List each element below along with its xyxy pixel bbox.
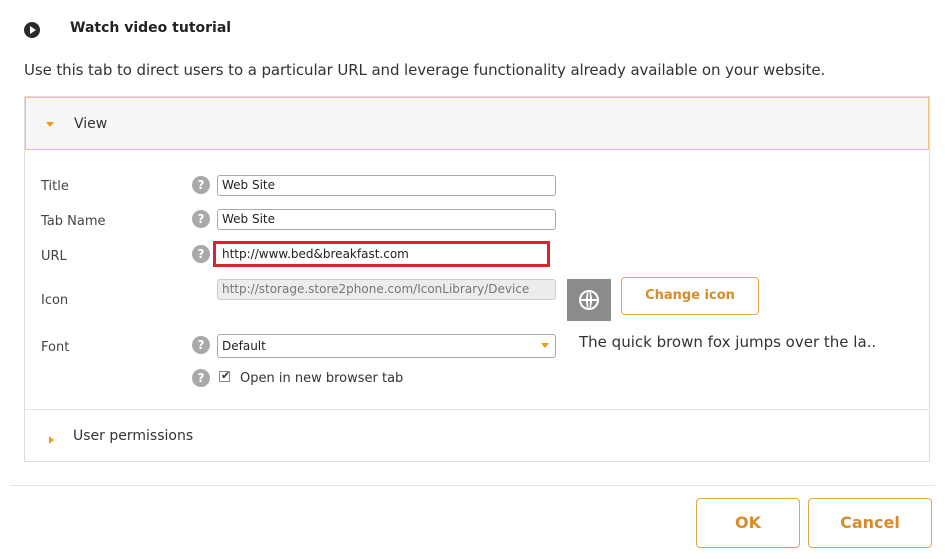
open-new-tab-label: Open in new browser tab — [240, 371, 404, 386]
help-icon[interactable]: ? — [192, 369, 210, 387]
tab-name-label: Tab Name — [41, 214, 106, 229]
help-icon[interactable]: ? — [192, 210, 210, 228]
view-section-header[interactable]: View — [25, 97, 929, 150]
open-new-tab-checkbox[interactable]: ✔ — [219, 369, 231, 382]
change-icon-button[interactable]: Change icon — [621, 277, 759, 315]
play-video-icon[interactable] — [24, 22, 40, 38]
url-label: URL — [41, 249, 67, 264]
intro-text: Use this tab to direct users to a partic… — [24, 61, 826, 79]
help-icon[interactable]: ? — [192, 336, 210, 354]
ok-button[interactable]: OK — [696, 498, 800, 548]
title-label: Title — [41, 179, 69, 194]
title-input[interactable]: Web Site — [217, 175, 556, 196]
chevron-down-icon — [541, 343, 549, 348]
view-section-label: View — [74, 116, 108, 132]
icon-label: Icon — [41, 293, 69, 308]
help-icon[interactable]: ? — [192, 176, 210, 194]
url-input[interactable]: http://www.bed&breakfast.com — [213, 241, 550, 267]
help-icon[interactable]: ? — [192, 245, 210, 263]
globe-icon — [579, 290, 599, 310]
user-permissions-section-header[interactable]: User permissions — [73, 428, 193, 444]
font-preview-text: The quick brown fox jumps over the la.. — [579, 333, 877, 351]
section-divider — [25, 409, 929, 410]
font-label: Font — [41, 340, 70, 355]
cancel-button[interactable]: Cancel — [808, 498, 932, 548]
font-select-value: Default — [222, 339, 266, 353]
footer-divider — [10, 485, 935, 486]
icon-url-field: http://storage.store2phone.com/IconLibra… — [217, 279, 556, 300]
tab-name-input[interactable]: Web Site — [217, 209, 556, 230]
icon-preview — [567, 279, 611, 321]
font-select[interactable]: Default — [217, 334, 556, 358]
watch-video-tutorial-link[interactable]: Watch video tutorial — [70, 20, 231, 36]
chevron-down-icon — [46, 122, 54, 127]
chevron-right-icon — [49, 436, 54, 444]
check-icon: ✔ — [221, 369, 231, 382]
